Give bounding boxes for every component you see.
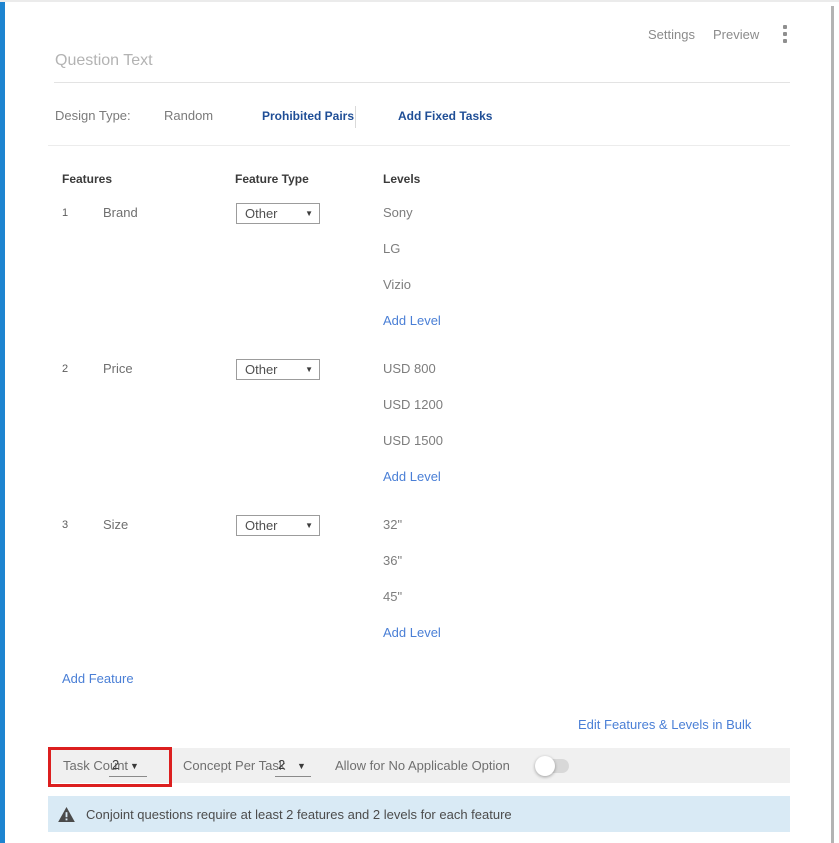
feature-type-selected-value: Other xyxy=(245,362,305,377)
levels-list: Sony LG Vizio xyxy=(383,200,413,308)
vertical-divider xyxy=(355,106,356,128)
conjoint-question-editor: Settings Preview Question Text Design Ty… xyxy=(0,0,839,843)
task-count-value[interactable]: 2 xyxy=(112,757,119,772)
features-list: 1 Brand Other ▼ Sony LG Vizio Add Lev xyxy=(48,200,790,668)
concept-per-task-value[interactable]: 2 xyxy=(278,757,285,772)
conjoint-controls-bar: Task Count 2 ▼ Concept Per Task 2 ▼ Allo… xyxy=(48,748,790,783)
feature-number: 2 xyxy=(62,363,68,375)
dropdown-arrow-icon[interactable]: ▼ xyxy=(297,761,306,771)
level-item[interactable]: LG xyxy=(383,236,413,272)
kebab-menu-icon[interactable] xyxy=(781,23,789,45)
design-type-row: Design Type: Random Prohibited Pairs Add… xyxy=(0,108,839,128)
question-text-underline xyxy=(54,82,790,83)
level-item[interactable]: USD 1500 xyxy=(383,428,443,464)
level-item[interactable]: USD 1200 xyxy=(383,392,443,428)
section-divider xyxy=(48,145,790,146)
dropdown-arrow-icon[interactable]: ▼ xyxy=(130,761,139,771)
feature-type-select[interactable]: Other ▼ xyxy=(236,359,320,380)
no-applicable-toggle[interactable] xyxy=(537,759,569,773)
add-feature-link[interactable]: Add Feature xyxy=(62,671,134,686)
feature-row: 1 Brand Other ▼ Sony LG Vizio Add Lev xyxy=(48,200,790,356)
feature-row: 3 Size Other ▼ 32" 36" 45" Add Level xyxy=(48,512,790,668)
panel-top-border xyxy=(0,0,839,2)
concept-per-task-underline xyxy=(275,776,311,777)
chevron-down-icon: ▼ xyxy=(305,521,313,530)
level-item[interactable]: Sony xyxy=(383,200,413,236)
feature-row: 2 Price Other ▼ USD 800 USD 1200 USD 150… xyxy=(48,356,790,512)
validation-warning-bar: Conjoint questions require at least 2 fe… xyxy=(48,796,790,832)
feature-type-selected-value: Other xyxy=(245,518,305,533)
add-fixed-tasks-button[interactable]: Add Fixed Tasks xyxy=(398,109,492,123)
level-item[interactable]: 36" xyxy=(383,548,402,584)
settings-button[interactable]: Settings xyxy=(648,27,695,42)
panel-right-border xyxy=(831,6,834,843)
feature-type-select[interactable]: Other ▼ xyxy=(236,515,320,536)
level-item[interactable]: Vizio xyxy=(383,272,413,308)
feature-type-selected-value: Other xyxy=(245,206,305,221)
feature-type-column-header: Feature Type xyxy=(235,172,309,186)
warning-triangle-icon xyxy=(58,807,75,822)
add-level-link[interactable]: Add Level xyxy=(383,620,441,656)
add-level-holder: Add Level xyxy=(383,308,441,344)
edit-features-levels-bulk-link[interactable]: Edit Features & Levels in Bulk xyxy=(578,717,751,732)
feature-number: 3 xyxy=(62,519,68,531)
design-type-value[interactable]: Random xyxy=(164,108,213,123)
feature-name-input[interactable]: Brand xyxy=(103,205,138,220)
level-item[interactable]: 45" xyxy=(383,584,402,620)
levels-column-header: Levels xyxy=(383,172,420,186)
feature-number: 1 xyxy=(62,207,68,219)
task-count-underline xyxy=(109,776,147,777)
no-applicable-option-label: Allow for No Applicable Option xyxy=(335,758,510,773)
header-actions: Settings Preview xyxy=(648,23,789,45)
features-column-header: Features xyxy=(62,172,112,186)
feature-type-select[interactable]: Other ▼ xyxy=(236,203,320,224)
question-text-input[interactable]: Question Text xyxy=(55,52,153,70)
chevron-down-icon: ▼ xyxy=(305,365,313,374)
add-level-holder: Add Level xyxy=(383,620,441,656)
feature-name-input[interactable]: Size xyxy=(103,517,128,532)
prohibited-pairs-button[interactable]: Prohibited Pairs xyxy=(262,109,354,123)
warning-message: Conjoint questions require at least 2 fe… xyxy=(86,807,512,822)
concept-per-task-label: Concept Per Task xyxy=(183,758,285,773)
selected-question-accent xyxy=(0,2,5,843)
levels-list: 32" 36" 45" xyxy=(383,512,402,620)
levels-list: USD 800 USD 1200 USD 1500 xyxy=(383,356,443,464)
level-item[interactable]: USD 800 xyxy=(383,356,443,392)
level-item[interactable]: 32" xyxy=(383,512,402,548)
design-type-label: Design Type: xyxy=(55,108,131,123)
add-level-holder: Add Level xyxy=(383,464,441,500)
feature-name-input[interactable]: Price xyxy=(103,361,133,376)
add-level-link[interactable]: Add Level xyxy=(383,308,441,344)
add-level-link[interactable]: Add Level xyxy=(383,464,441,500)
preview-button[interactable]: Preview xyxy=(713,27,759,42)
toggle-knob xyxy=(535,756,555,776)
chevron-down-icon: ▼ xyxy=(305,209,313,218)
